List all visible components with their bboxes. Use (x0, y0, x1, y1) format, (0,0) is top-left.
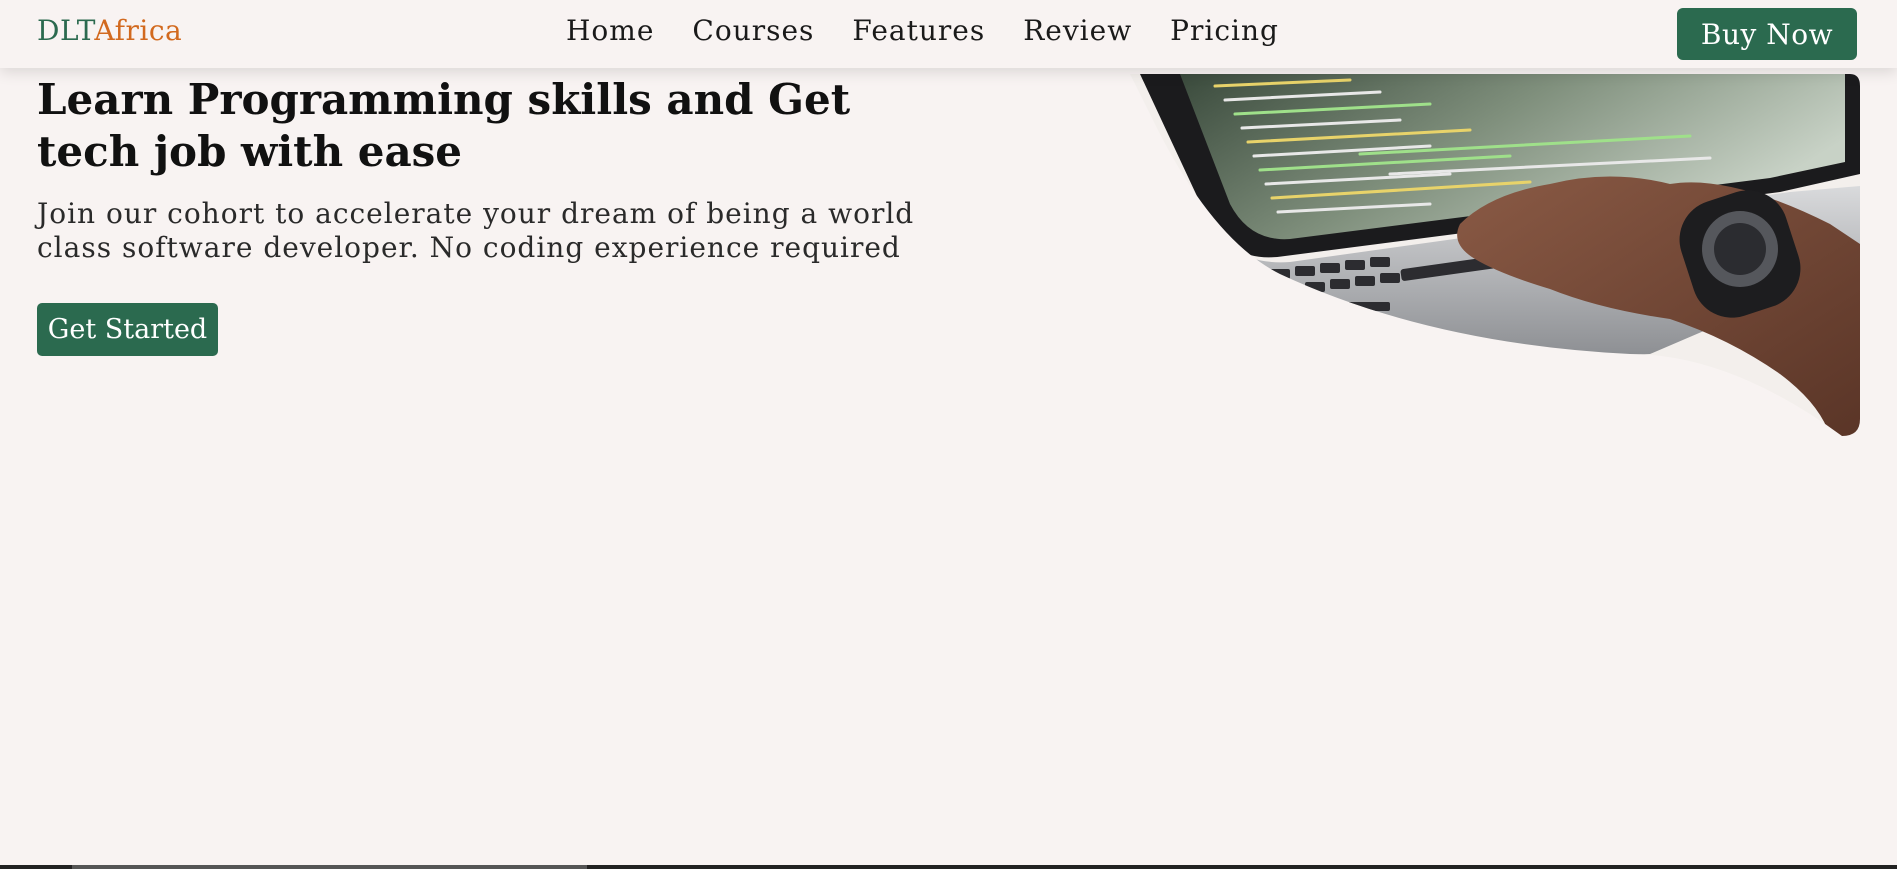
nav-link-review[interactable]: Review (1023, 14, 1132, 47)
nav-link-courses[interactable]: Courses (692, 14, 814, 47)
logo-text-dlt: DLT (37, 14, 95, 47)
site-header: DLTAfrica Home Courses Features Review P… (0, 0, 1897, 68)
logo-text-africa: Africa (94, 14, 183, 47)
buy-now-button[interactable]: Buy Now (1677, 8, 1857, 60)
hero-title: Learn Programming skills and Get tech jo… (37, 75, 851, 176)
hero-subtitle: Join our cohort to accelerate your dream… (37, 197, 915, 264)
main-nav: Home Courses Features Review Pricing (566, 14, 1279, 47)
nav-link-features[interactable]: Features (852, 14, 985, 47)
get-started-button[interactable]: Get Started (37, 303, 218, 356)
brand-logo[interactable]: DLTAfrica (37, 14, 182, 47)
horizontal-scrollbar[interactable] (0, 865, 1897, 869)
nav-link-pricing[interactable]: Pricing (1170, 14, 1279, 47)
scrollbar-thumb[interactable] (72, 865, 587, 869)
nav-link-home[interactable]: Home (566, 14, 654, 47)
laptop-coding-photo-icon (1130, 74, 1860, 436)
landing-page: DLTAfrica Home Courses Features Review P… (0, 0, 1897, 869)
